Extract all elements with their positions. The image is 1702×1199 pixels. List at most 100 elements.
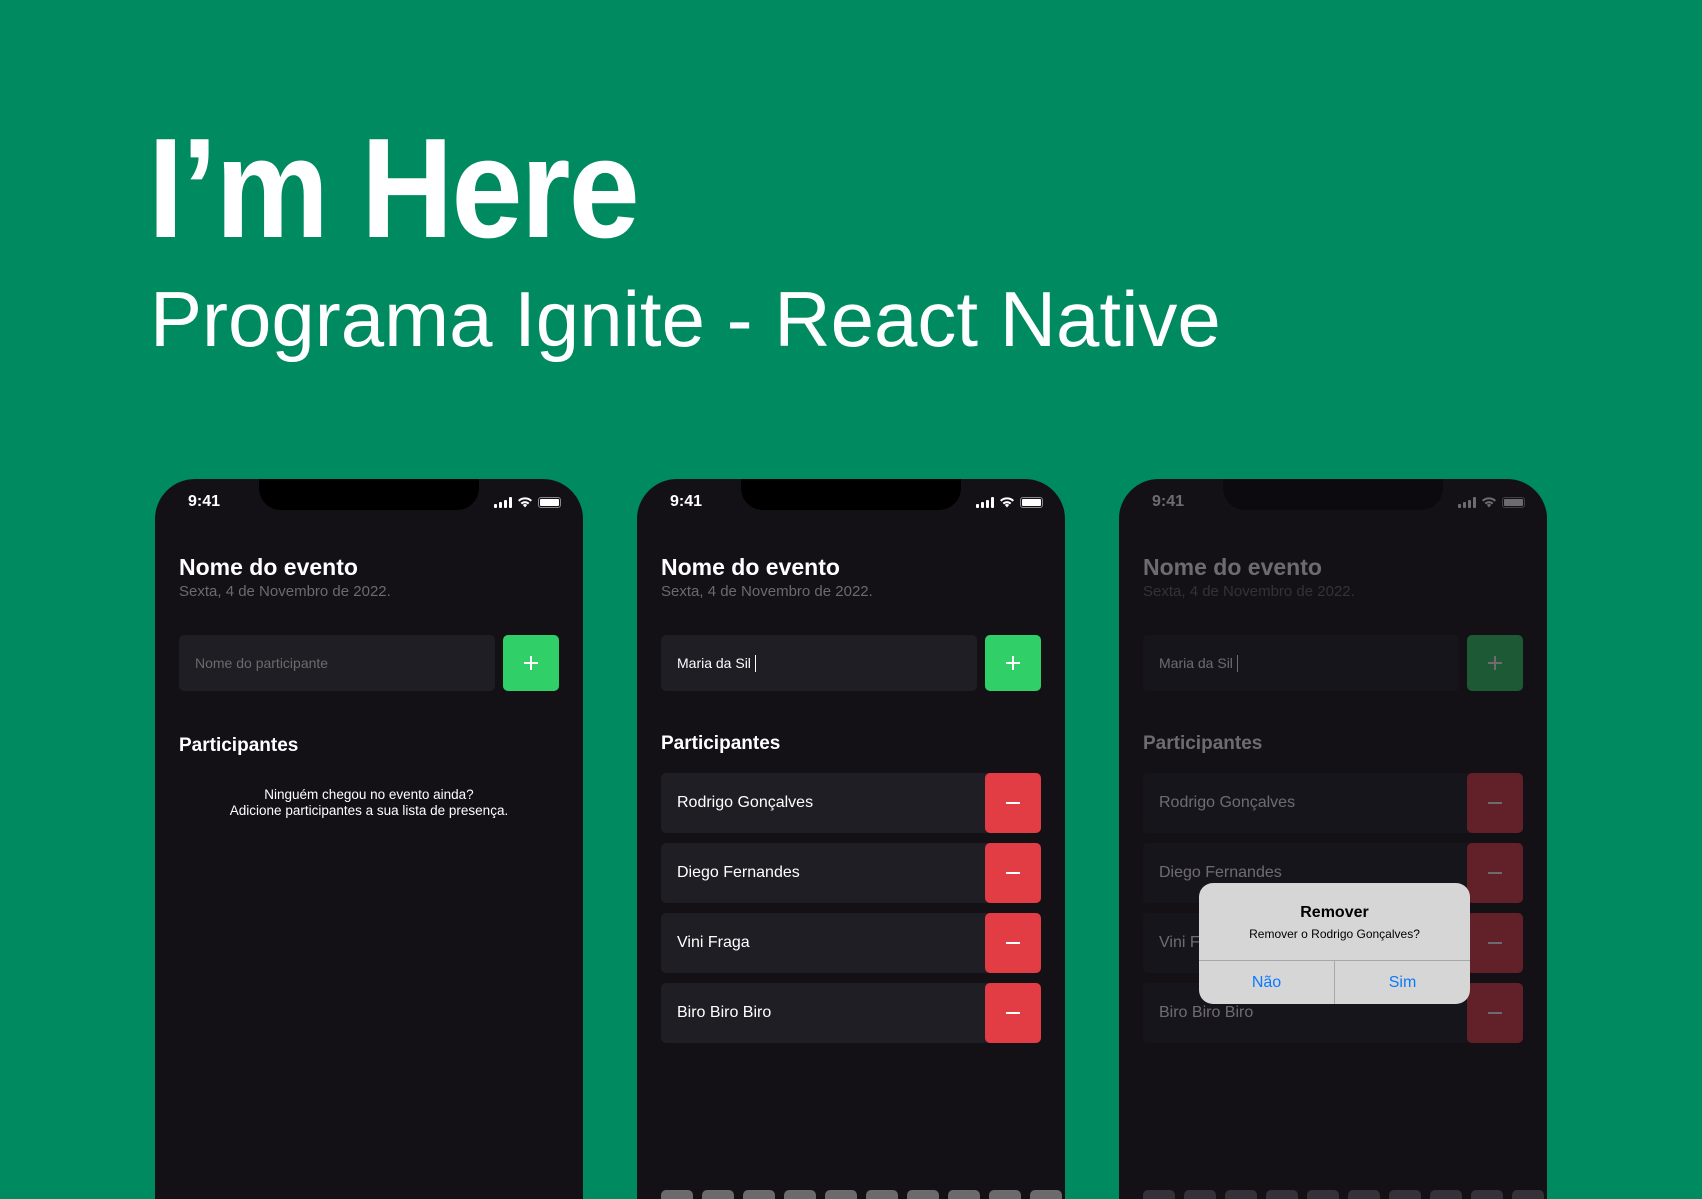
- list-item: Rodrigo Gonçalves: [661, 773, 1041, 833]
- alert-title: Remover: [1300, 904, 1369, 921]
- remove-participant-button[interactable]: [1467, 913, 1523, 973]
- participant-name: Biro Biro Biro: [677, 1004, 772, 1021]
- minus-icon: [1006, 802, 1020, 804]
- remove-participant-button[interactable]: [985, 773, 1041, 833]
- participant-name: Diego Fernandes: [677, 864, 800, 881]
- battery-icon: [1502, 496, 1525, 508]
- text-caret: [754, 654, 756, 672]
- status-icons: [1458, 496, 1525, 508]
- keyboard-key[interactable]: [1512, 1190, 1544, 1199]
- minus-icon: [1006, 872, 1020, 874]
- minus-icon: [1006, 1012, 1020, 1014]
- cellular-signal-icon: [494, 496, 512, 508]
- plus-icon: [1006, 656, 1020, 670]
- input-placeholder: Nome do participante: [195, 655, 329, 671]
- add-participant-button[interactable]: [503, 635, 559, 691]
- battery-icon: [1020, 496, 1043, 508]
- keyboard-key[interactable]: [866, 1190, 898, 1199]
- text-caret: [1236, 654, 1238, 672]
- participant-name: Diego Fernandes: [1159, 864, 1282, 881]
- participant-name-input[interactable]: Nome do participante: [179, 635, 495, 691]
- alert-message: Remover o Rodrigo Gonçalves?: [1249, 927, 1420, 941]
- alert-confirm-button[interactable]: Sim: [1334, 961, 1470, 1004]
- participant-name: Biro Biro Biro: [1159, 1004, 1254, 1021]
- keyboard-key[interactable]: [1143, 1190, 1175, 1199]
- phone-notch: [1223, 479, 1443, 510]
- keyboard-key[interactable]: [1225, 1190, 1257, 1199]
- participant-name: Rodrigo Gonçalves: [1159, 794, 1296, 811]
- phone-notch: [741, 479, 961, 510]
- keyboard-key[interactable]: [1307, 1190, 1339, 1199]
- keyboard-key[interactable]: [1266, 1190, 1298, 1199]
- alert-cancel-button[interactable]: Não: [1199, 961, 1334, 1004]
- keyboard-key[interactable]: [825, 1190, 857, 1199]
- wifi-icon: [518, 497, 532, 508]
- event-date: Sexta, 4 de Novembro de 2022.: [661, 583, 873, 600]
- cellular-signal-icon: [1458, 496, 1476, 508]
- keyboard-key[interactable]: [948, 1190, 980, 1199]
- remove-confirmation-alert: Remover Remover o Rodrigo Gonçalves? Não…: [1199, 883, 1470, 1004]
- add-participant-button[interactable]: [985, 635, 1041, 691]
- keyboard: [1143, 1190, 1544, 1199]
- input-value: Maria da Sil: [677, 655, 751, 671]
- keyboard: [661, 1190, 1062, 1199]
- phone-screen-empty: 9:41 Nome do evento Sexta, 4 de Novembro…: [155, 479, 583, 1199]
- event-date: Sexta, 4 de Novembro de 2022.: [179, 583, 391, 600]
- minus-icon: [1488, 942, 1502, 944]
- remove-participant-button[interactable]: [1467, 773, 1523, 833]
- add-participant-button[interactable]: [1467, 635, 1523, 691]
- plus-icon: [1488, 656, 1502, 670]
- keyboard-key[interactable]: [702, 1190, 734, 1199]
- remove-participant-button[interactable]: [985, 983, 1041, 1043]
- minus-icon: [1488, 872, 1502, 874]
- plus-icon: [524, 656, 538, 670]
- participant-name: Rodrigo Gonçalves: [677, 794, 814, 811]
- list-item: Rodrigo Gonçalves: [1143, 773, 1523, 833]
- participant-name: Vini Fraga: [677, 934, 750, 951]
- wifi-icon: [1482, 497, 1496, 508]
- participant-list: Rodrigo Gonçalves Diego Fernandes Vini F…: [661, 773, 1041, 1053]
- keyboard-key[interactable]: [1030, 1190, 1062, 1199]
- remove-participant-button[interactable]: [1467, 983, 1523, 1043]
- keyboard-key[interactable]: [784, 1190, 816, 1199]
- remove-participant-button[interactable]: [985, 913, 1041, 973]
- input-value: Maria da Sil: [1159, 655, 1233, 671]
- hero-title: I’m Here: [148, 109, 640, 268]
- participant-name-input[interactable]: Maria da Sil: [1143, 635, 1459, 691]
- keyboard-key[interactable]: [1471, 1190, 1503, 1199]
- keyboard-key[interactable]: [907, 1190, 939, 1199]
- participants-heading: Participantes: [1143, 733, 1263, 754]
- keyboard-key[interactable]: [1430, 1190, 1462, 1199]
- wifi-icon: [1000, 497, 1014, 508]
- participant-name-input[interactable]: Maria da Sil: [661, 635, 977, 691]
- phone-notch: [259, 479, 479, 510]
- keyboard-key[interactable]: [1184, 1190, 1216, 1199]
- keyboard-key[interactable]: [661, 1190, 693, 1199]
- list-item: Biro Biro Biro: [661, 983, 1041, 1043]
- hero-subtitle: Programa Ignite - React Native: [150, 275, 1221, 363]
- keyboard-key[interactable]: [989, 1190, 1021, 1199]
- minus-icon: [1488, 802, 1502, 804]
- remove-participant-button[interactable]: [1467, 843, 1523, 903]
- keyboard-key[interactable]: [1389, 1190, 1421, 1199]
- keyboard-key[interactable]: [1348, 1190, 1380, 1199]
- keyboard-key[interactable]: [743, 1190, 775, 1199]
- empty-message-line: Ninguém chegou no evento ainda?: [264, 787, 474, 802]
- minus-icon: [1488, 1012, 1502, 1014]
- event-name: Nome do evento: [1143, 554, 1322, 580]
- participants-heading: Participantes: [179, 735, 299, 756]
- cellular-signal-icon: [976, 496, 994, 508]
- phone-screen-list: 9:41 Nome do evento Sexta, 4 de Novembro…: [637, 479, 1065, 1199]
- status-time: 9:41: [670, 493, 703, 510]
- participants-heading: Participantes: [661, 733, 781, 754]
- event-name: Nome do evento: [661, 554, 840, 580]
- status-time: 9:41: [1152, 493, 1185, 510]
- status-time: 9:41: [188, 493, 221, 510]
- battery-icon: [538, 496, 561, 508]
- remove-participant-button[interactable]: [985, 843, 1041, 903]
- event-date: Sexta, 4 de Novembro de 2022.: [1143, 583, 1355, 600]
- list-item: Vini Fraga: [661, 913, 1041, 973]
- empty-message-line: Adicione participantes a sua lista de pr…: [229, 803, 509, 818]
- event-name: Nome do evento: [179, 554, 358, 580]
- phone-screen-remove-alert: 9:41 Nome do evento Sexta, 4 de Novembro…: [1119, 479, 1547, 1199]
